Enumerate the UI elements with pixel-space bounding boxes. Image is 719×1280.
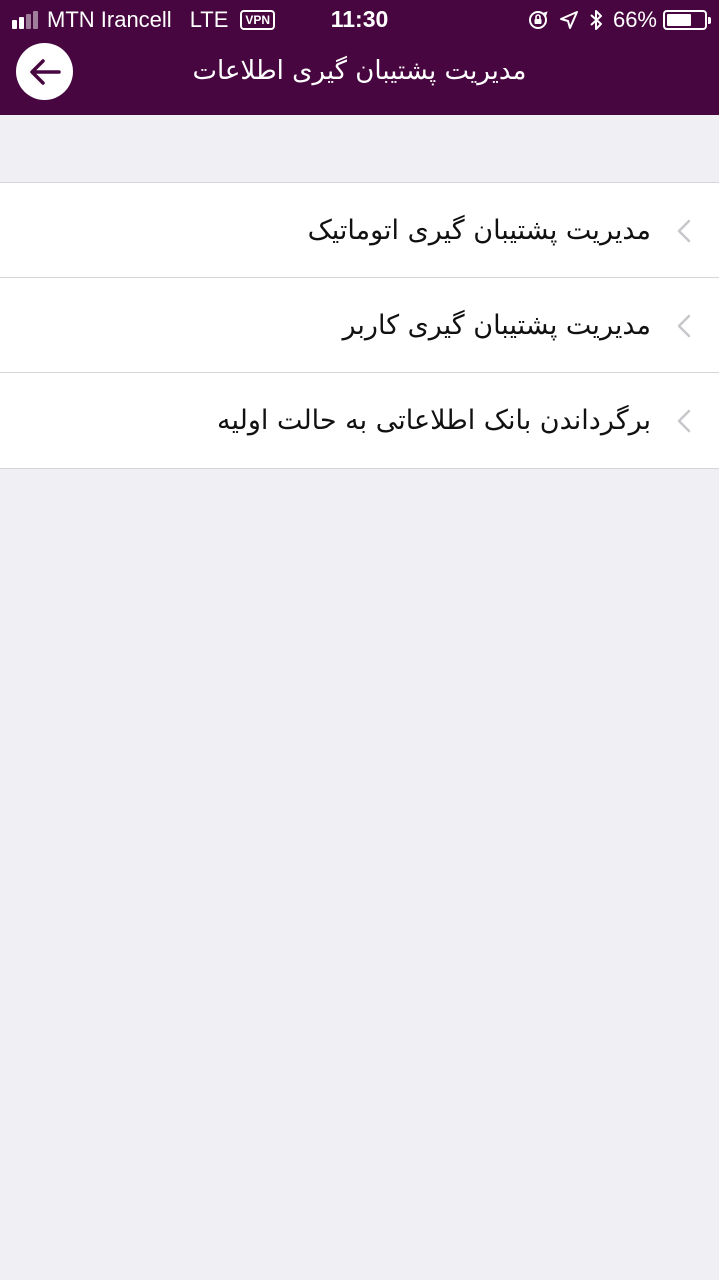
- location-arrow-icon: [559, 11, 578, 29]
- app-header: MTN Irancell LTE VPN 11:30 66% مدیریت پش…: [0, 0, 719, 115]
- status-right: 66%: [517, 7, 711, 33]
- menu-item-label: مدیریت پشتیبان گیری کاربر: [342, 310, 651, 341]
- arrow-left-icon: [29, 58, 61, 85]
- chevron-left-icon: [677, 314, 691, 338]
- menu-item-auto-backup[interactable]: مدیریت پشتیبان گیری اتوماتیک: [0, 183, 719, 278]
- menu-item-label: برگرداندن بانک اطلاعاتی به حالت اولیه: [216, 405, 651, 436]
- orientation-lock-icon: [528, 11, 548, 29]
- back-button[interactable]: [16, 43, 73, 100]
- page-title: مدیریت پشتیبان گیری اطلاعات: [192, 56, 527, 86]
- backup-menu-list: مدیریت پشتیبان گیری اتوماتیک مدیریت پشتی…: [0, 182, 719, 469]
- menu-item-user-backup[interactable]: مدیریت پشتیبان گیری کاربر: [0, 278, 719, 373]
- battery-percent: 66%: [612, 7, 657, 32]
- battery-icon: [663, 10, 711, 30]
- status-bar: MTN Irancell LTE VPN 11:30 66%: [0, 0, 719, 40]
- menu-item-label: مدیریت پشتیبان گیری اتوماتیک: [307, 215, 651, 246]
- menu-item-reset-database[interactable]: برگرداندن بانک اطلاعاتی به حالت اولیه: [0, 373, 719, 468]
- chevron-left-icon: [677, 219, 691, 243]
- chevron-left-icon: [677, 409, 691, 433]
- bluetooth-icon: [590, 10, 602, 30]
